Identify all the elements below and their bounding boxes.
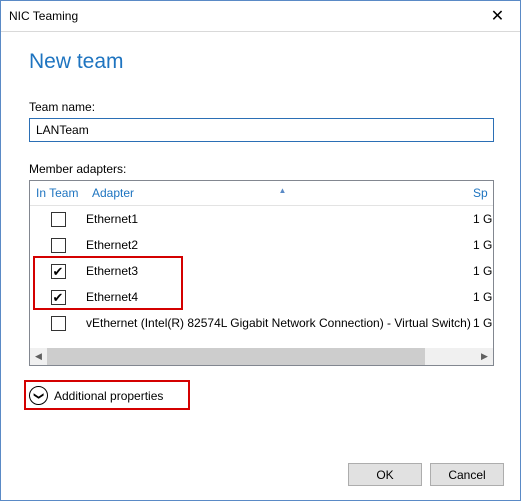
dialog-button-bar: OK Cancel xyxy=(348,463,504,486)
checkmark-icon: ✔ xyxy=(53,291,64,304)
member-adapters-label: Member adapters: xyxy=(29,162,494,176)
row-adapter-name: Ethernet2 xyxy=(86,238,473,252)
table-row[interactable]: Ethernet2 1 G xyxy=(30,232,493,258)
row-checkbox[interactable] xyxy=(51,212,66,227)
triangle-right-icon: ▶ xyxy=(481,351,488,362)
table-row[interactable]: vEthernet (Intel(R) 82574L Gigabit Netwo… xyxy=(30,310,493,336)
window-title: NIC Teaming xyxy=(9,9,78,23)
table-header: In Team Adapter ▲ Sp xyxy=(30,181,493,206)
column-speed[interactable]: Sp xyxy=(473,186,493,200)
scroll-right-button[interactable]: ▶ xyxy=(476,348,493,365)
adapters-table: In Team Adapter ▲ Sp Ethernet1 1 G xyxy=(29,180,494,366)
row-speed: 1 G xyxy=(473,264,493,278)
row-speed: 1 G xyxy=(473,212,493,226)
chevron-down-icon: ❯ xyxy=(33,391,43,399)
row-speed: 1 G xyxy=(473,238,493,252)
table-row[interactable]: ✔ Ethernet4 1 G xyxy=(30,284,493,310)
page-title: New team xyxy=(29,50,494,74)
additional-properties-label: Additional properties xyxy=(54,389,163,403)
column-adapter-label: Adapter xyxy=(92,186,134,200)
row-checkbox[interactable]: ✔ xyxy=(51,264,66,279)
row-speed: 1 G xyxy=(473,290,493,304)
row-adapter-name: Ethernet1 xyxy=(86,212,473,226)
row-checkbox[interactable] xyxy=(51,238,66,253)
row-adapter-name: vEthernet (Intel(R) 82574L Gigabit Netwo… xyxy=(86,316,473,330)
column-adapter[interactable]: Adapter ▲ xyxy=(92,186,473,200)
team-name-input[interactable] xyxy=(29,118,494,142)
table-row[interactable]: Ethernet1 1 G xyxy=(30,206,493,232)
row-speed: 1 G xyxy=(473,316,493,330)
table-body: Ethernet1 1 G Ethernet2 1 G ✔ xyxy=(30,206,493,336)
close-button[interactable]: ✕ xyxy=(475,1,520,31)
cancel-button[interactable]: Cancel xyxy=(430,463,504,486)
titlebar: NIC Teaming ✕ xyxy=(1,1,520,32)
row-checkbox[interactable] xyxy=(51,316,66,331)
row-adapter-name: Ethernet3 xyxy=(86,264,473,278)
additional-properties-expander[interactable]: ❯ Additional properties xyxy=(29,386,163,405)
close-icon: ✕ xyxy=(491,6,504,26)
row-checkbox[interactable]: ✔ xyxy=(51,290,66,305)
dialog-content: New team Team name: Member adapters: In … xyxy=(1,32,520,405)
scroll-thumb[interactable] xyxy=(47,348,425,365)
expand-toggle-icon: ❯ xyxy=(29,386,48,405)
row-adapter-name: Ethernet4 xyxy=(86,290,473,304)
checkmark-icon: ✔ xyxy=(53,265,64,278)
horizontal-scrollbar[interactable]: ◀ ▶ xyxy=(30,348,493,365)
table-row[interactable]: ✔ Ethernet3 1 G xyxy=(30,258,493,284)
column-in-team[interactable]: In Team xyxy=(30,186,92,200)
sort-ascending-icon: ▲ xyxy=(279,186,287,195)
ok-button[interactable]: OK xyxy=(348,463,422,486)
scroll-left-button[interactable]: ◀ xyxy=(30,348,47,365)
team-name-label: Team name: xyxy=(29,100,494,114)
triangle-left-icon: ◀ xyxy=(35,351,42,362)
scroll-track[interactable] xyxy=(47,348,476,365)
dialog-window: NIC Teaming ✕ New team Team name: Member… xyxy=(0,0,521,501)
